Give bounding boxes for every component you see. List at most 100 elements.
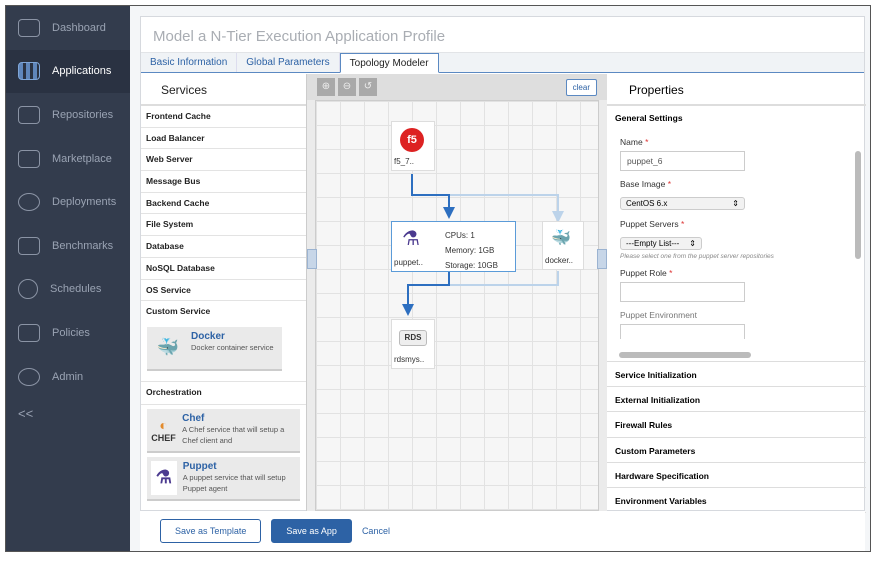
category-os-service[interactable]: OS Service xyxy=(141,280,306,302)
left-resize-handle[interactable] xyxy=(307,249,317,269)
puppet-servers-hint: Please select one from the puppet server… xyxy=(620,253,774,260)
service-name: Chef xyxy=(182,412,205,424)
nav-label: Applications xyxy=(52,65,112,78)
node-puppet[interactable]: ⚗ puppet.. CPUs: 1 Memory: 1GB Storage: … xyxy=(391,221,516,272)
canvas-grid[interactable]: f5 f5_7.. ⚗ puppet.. CPUs: 1 Memory: 1GB… xyxy=(315,100,599,511)
save-as-template-button[interactable]: Save as Template xyxy=(160,519,262,543)
name-label: Name xyxy=(620,137,643,147)
connection-docker-rds xyxy=(408,271,559,286)
dashboard-icon xyxy=(18,18,40,37)
category-database[interactable]: Database xyxy=(141,236,306,258)
clear-button[interactable]: clear xyxy=(565,78,597,96)
f5-logo-icon: f5 xyxy=(400,128,424,152)
puppet-environment-input[interactable] xyxy=(620,324,745,339)
puppet-role-input[interactable] xyxy=(620,282,745,302)
cancel-link[interactable]: Cancel xyxy=(362,526,390,536)
nav-label: Repositories xyxy=(52,108,114,121)
service-desc: A Chef service that will setup a Chef cl… xyxy=(182,424,285,445)
services-title: Services xyxy=(141,74,306,106)
reset-icon[interactable]: ↺ xyxy=(359,78,377,96)
section-service-initialization[interactable]: Service Initialization xyxy=(607,362,866,388)
nav-policies[interactable]: Policies xyxy=(6,311,130,355)
puppet-servers-label: Puppet Servers xyxy=(620,219,679,229)
section-environment-variables[interactable]: Environment Variables xyxy=(607,488,866,514)
properties-panel: Properties General Settings Name * puppe… xyxy=(607,74,866,514)
category-load-balancer[interactable]: Load Balancer xyxy=(141,128,306,150)
connection-puppet-rds xyxy=(407,271,450,314)
save-as-app-button[interactable]: Save as App xyxy=(271,519,352,543)
nav-dashboard[interactable]: Dashboard xyxy=(6,6,130,50)
nav-deployments[interactable]: Deployments xyxy=(6,180,130,224)
category-message-bus[interactable]: Message Bus xyxy=(141,171,306,193)
section-hardware-specification[interactable]: Hardware Specification xyxy=(607,463,866,488)
services-panel: Services Frontend Cache Load Balancer We… xyxy=(141,74,307,511)
puppet-servers-value: ---Empty List--- xyxy=(626,239,680,248)
service-card-puppet[interactable]: ⚗ Puppet A puppet service that will setup… xyxy=(147,456,300,501)
node-specs: CPUs: 1 Memory: 1GB Storage: 10GB xyxy=(445,228,498,273)
category-nosql-database[interactable]: NoSQL Database xyxy=(141,258,306,280)
applications-icon xyxy=(18,62,40,81)
page-title: Model a N-Tier Execution Application Pro… xyxy=(141,17,864,53)
cloud-icon xyxy=(18,193,40,212)
docker-icon: 🐳 xyxy=(156,337,180,358)
service-desc: Docker container service xyxy=(191,342,274,352)
base-image-select[interactable]: CentOS 6.x ⇕ xyxy=(620,197,745,210)
nav-label: Dashboard xyxy=(52,21,106,34)
node-rds[interactable]: RDS rdsmys.. xyxy=(391,319,435,369)
node-docker[interactable]: 🐳 docker.. xyxy=(542,221,584,270)
right-resize-handle[interactable] xyxy=(597,249,607,269)
tab-global-parameters[interactable]: Global Parameters xyxy=(237,53,340,72)
properties-title: Properties xyxy=(607,74,866,106)
nav-label: Deployments xyxy=(52,196,117,209)
category-frontend-cache[interactable]: Frontend Cache xyxy=(141,106,306,128)
tab-basic-information[interactable]: Basic Information xyxy=(141,53,238,72)
nav-label: Schedules xyxy=(50,283,102,296)
canvas-toolbar: ⊕ ⊖ ↺ clear xyxy=(307,74,607,100)
nav-schedules[interactable]: Schedules xyxy=(6,268,130,312)
service-card-docker[interactable]: 🐳 Docker Docker container service xyxy=(147,326,282,371)
node-label: f5_7.. xyxy=(394,157,415,166)
puppet-servers-select[interactable]: ---Empty List--- ⇕ xyxy=(620,237,702,250)
memory-text: Memory: 1GB xyxy=(445,246,495,255)
gavel-icon xyxy=(18,323,40,342)
category-file-system[interactable]: File System xyxy=(141,214,306,237)
nav-benchmarks[interactable]: Benchmarks xyxy=(6,224,130,268)
nav-repositories[interactable]: Repositories xyxy=(6,93,130,137)
nav-marketplace[interactable]: Marketplace xyxy=(6,137,130,181)
puppet-flask-icon: ⚗ xyxy=(402,228,420,250)
category-orchestration[interactable]: Orchestration xyxy=(141,380,306,405)
bar-chart-icon xyxy=(18,236,40,255)
category-backend-cache[interactable]: Backend Cache xyxy=(141,193,306,215)
general-settings-header[interactable]: General Settings xyxy=(607,106,866,130)
collapse-sidebar-button[interactable]: << xyxy=(6,398,130,429)
category-web-server[interactable]: Web Server xyxy=(141,149,306,172)
base-image-value: CentOS 6.x xyxy=(626,199,668,208)
name-input[interactable]: puppet_6 xyxy=(620,151,745,171)
section-custom-parameters[interactable]: Custom Parameters xyxy=(607,438,866,463)
zoom-in-icon[interactable]: ⊕ xyxy=(317,78,335,96)
section-external-initialization[interactable]: External Initialization xyxy=(607,387,866,413)
zoom-out-icon[interactable]: ⊖ xyxy=(338,78,356,96)
section-firewall-rules[interactable]: Firewall Rules xyxy=(607,412,866,438)
puppet-environment-label: Puppet Environment xyxy=(620,310,698,320)
rds-logo-icon: RDS xyxy=(399,330,427,346)
node-label: rdsmys.. xyxy=(394,355,425,364)
puppet-role-label: Puppet Role xyxy=(620,268,667,278)
docker-icon: 🐳 xyxy=(551,230,571,247)
category-custom-service[interactable]: Custom Service xyxy=(141,301,306,323)
tab-topology-modeler[interactable]: Topology Modeler xyxy=(339,53,439,73)
nav-applications[interactable]: Applications xyxy=(6,49,130,94)
vertical-scrollbar[interactable] xyxy=(855,151,861,259)
nav-admin[interactable]: Admin xyxy=(6,355,130,399)
service-name: Docker xyxy=(191,330,225,342)
footer-actions: Save as Template Save as App Cancel xyxy=(140,511,865,551)
service-desc: A puppet service that will setup Puppet … xyxy=(182,472,286,493)
app-window: Dashboard Applications Repositories Mark… xyxy=(5,5,871,552)
node-f5[interactable]: f5 f5_7.. xyxy=(391,121,435,171)
clock-icon xyxy=(18,279,38,300)
service-card-chef[interactable]: ◐ CHEF Chef A Chef service that will setup… xyxy=(147,408,300,453)
cart-icon xyxy=(18,149,40,168)
nav-label: Benchmarks xyxy=(52,239,114,252)
horizontal-scrollbar[interactable] xyxy=(619,352,751,358)
cpus-text: CPUs: 1 xyxy=(445,231,475,240)
